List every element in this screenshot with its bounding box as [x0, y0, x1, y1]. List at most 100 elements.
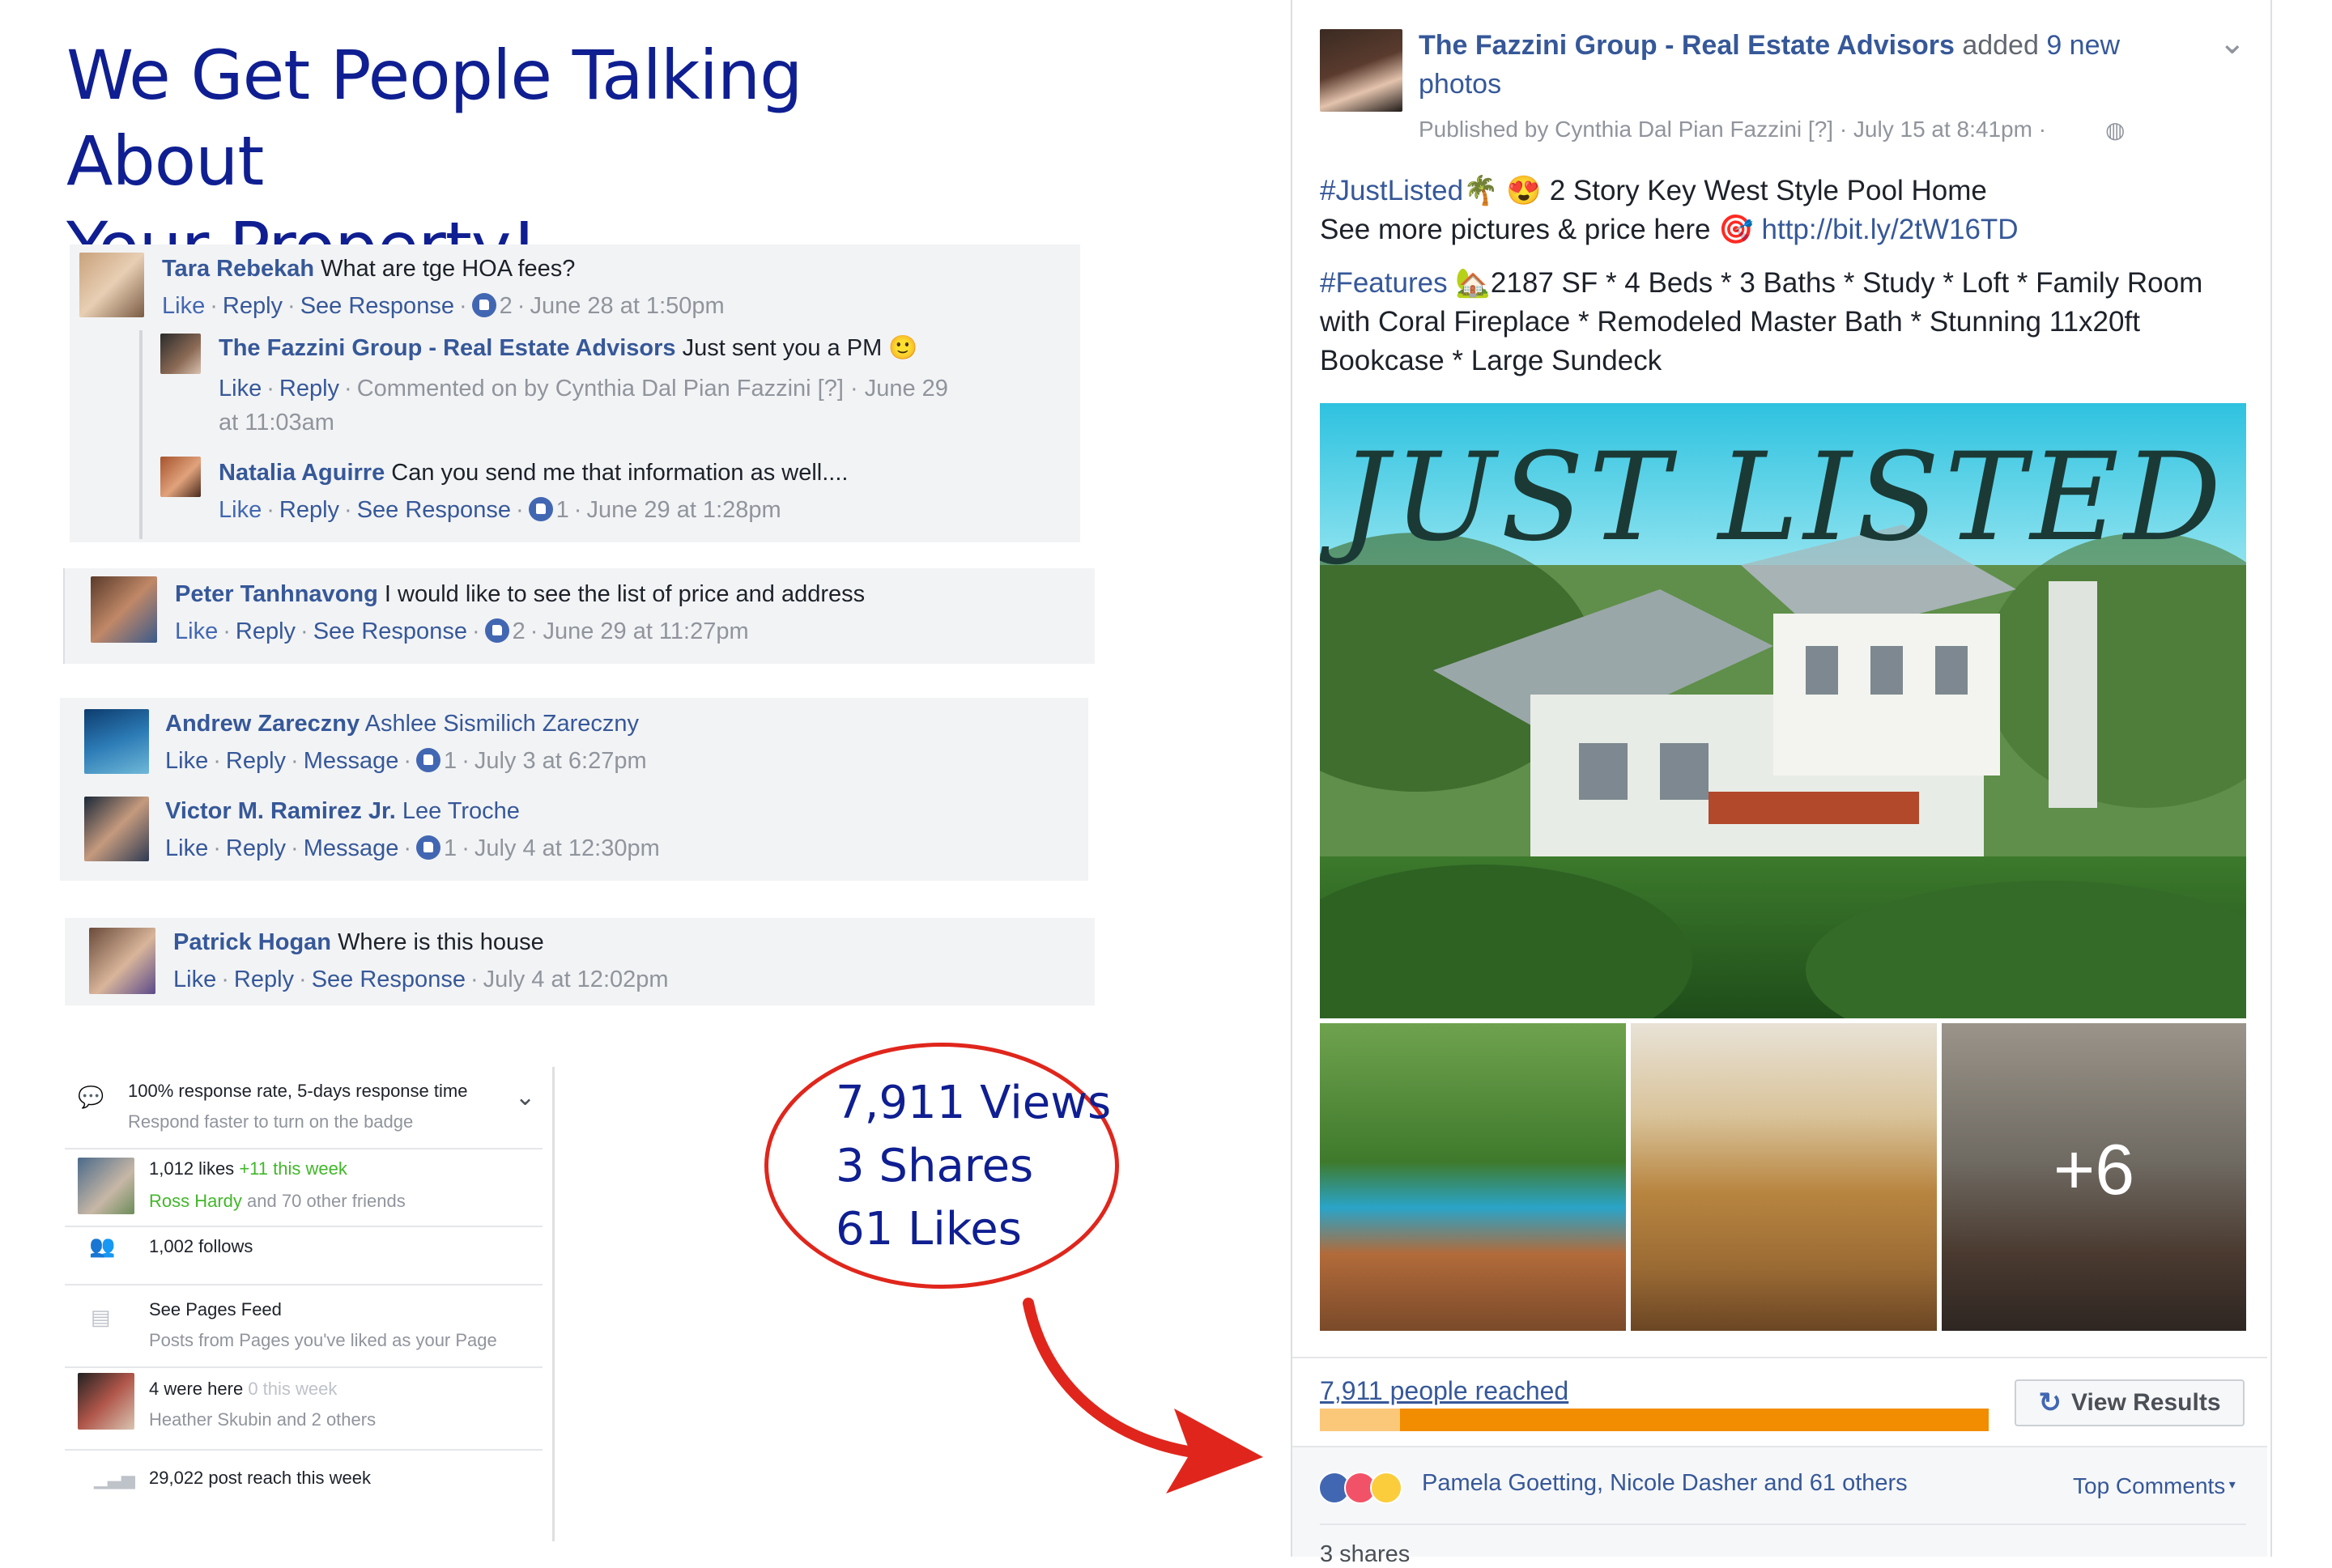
- hashtag-features[interactable]: #Features: [1320, 267, 1448, 299]
- see-more-text: See more pictures & price here: [1320, 214, 1711, 245]
- main-photo[interactable]: JUST LISTED: [1320, 403, 2246, 1018]
- tagged-friend[interactable]: Ashlee Sismilich Zareczny: [365, 711, 639, 737]
- like-link[interactable]: Like: [173, 967, 216, 992]
- comment-time[interactable]: June 29 at 1:28pm: [586, 497, 781, 523]
- comment-author[interactable]: Patrick Hogan: [173, 929, 331, 955]
- page-avatar[interactable]: [1320, 29, 1402, 112]
- checkins-count: 4 were here 0 this week: [149, 1378, 337, 1400]
- message-link[interactable]: Message: [304, 748, 399, 774]
- comment-meta: Like · Reply · Message · 1 · July 4 at 12:30pm: [165, 835, 660, 861]
- people-reached-link[interactable]: 7,911 people reached: [1320, 1376, 1568, 1406]
- like-link[interactable]: Like: [165, 835, 208, 861]
- see-response-link[interactable]: See Response: [312, 967, 466, 992]
- comment-time[interactable]: July 4 at 12:02pm: [483, 967, 669, 992]
- reply-link[interactable]: Reply: [226, 835, 286, 861]
- likes-total: 1,012 likes: [149, 1158, 235, 1179]
- likes-stat: 61 Likes: [836, 1203, 1022, 1256]
- view-results-button[interactable]: ↻ View Results: [2015, 1379, 2245, 1426]
- avatar[interactable]: [89, 928, 155, 994]
- reply-link[interactable]: Reply: [223, 293, 283, 319]
- post-header: The Fazzini Group - Real Estate Advisors…: [1419, 26, 2131, 104]
- avatar[interactable]: [84, 709, 149, 774]
- comment-line: The Fazzini Group - Real Estate Advisors…: [219, 334, 917, 363]
- checkins-total: 4 were here: [149, 1379, 244, 1399]
- comment-author[interactable]: Peter Tanhnavong: [175, 581, 378, 607]
- comment-meta: Like · Reply · Commented on by Cynthia Dal P…: [219, 376, 948, 402]
- top-comments-dropdown[interactable]: Top Comments ▾: [2073, 1473, 2236, 1499]
- follows-count: 1,002 follows: [149, 1236, 253, 1256]
- comment-author[interactable]: Tara Rebekah: [162, 256, 314, 282]
- comment-time[interactable]: June 29 at 11:27pm: [543, 618, 748, 644]
- comment-time[interactable]: at 11:03am: [219, 408, 334, 437]
- reply-link[interactable]: Reply: [226, 748, 286, 774]
- avatar[interactable]: [78, 1158, 134, 1214]
- hashtag-just-listed[interactable]: #JustListed: [1320, 175, 1463, 206]
- friend-name[interactable]: Ross Hardy: [149, 1191, 242, 1211]
- shares-stat: 3 Shares: [836, 1140, 1034, 1192]
- pages-feed-link[interactable]: See Pages Feed: [149, 1298, 282, 1321]
- comment-time[interactable]: July 4 at 12:30pm: [474, 835, 660, 861]
- comment-author[interactable]: Andrew Zareczny: [165, 711, 360, 737]
- message-link[interactable]: Message: [304, 835, 399, 861]
- photo-thumbnail-more[interactable]: +6: [1942, 1023, 2246, 1331]
- comment-author[interactable]: Natalia Aguirre: [219, 460, 385, 486]
- avatar[interactable]: [78, 1373, 134, 1430]
- reply-thread-bar: [139, 330, 143, 539]
- like-link[interactable]: Like: [162, 293, 205, 319]
- divider: [1292, 1357, 2267, 1358]
- reply-link[interactable]: Reply: [234, 967, 294, 992]
- likes-count: 1,012 likes +11 this week: [149, 1158, 347, 1180]
- reply-link[interactable]: Reply: [279, 376, 339, 402]
- shares-count[interactable]: 3 shares: [1320, 1541, 1410, 1568]
- comment-line: Patrick Hogan Where is this house: [173, 928, 544, 957]
- comment-line: Peter Tanhnavong I would like to see the…: [175, 580, 865, 609]
- avatar[interactable]: [160, 334, 201, 374]
- like-link[interactable]: Like: [219, 497, 262, 523]
- chevron-down-icon[interactable]: ⌄: [2219, 24, 2246, 62]
- reply-link[interactable]: Reply: [236, 618, 296, 644]
- likes-delta: +11 this week: [239, 1158, 347, 1179]
- comment-line: Andrew Zareczny Ashlee Sismilich Zareczn…: [165, 709, 639, 738]
- response-hint: Respond faster to turn on the badge: [128, 1111, 414, 1132]
- friend-name[interactable]: Heather Skubin: [149, 1409, 272, 1430]
- avatar[interactable]: [79, 253, 144, 317]
- comment-author[interactable]: The Fazzini Group - Real Estate Advisors: [219, 335, 676, 361]
- like-link[interactable]: Like: [175, 618, 218, 644]
- reactions-names[interactable]: Pamela Goetting, Nicole Dasher and 61 ot…: [1422, 1470, 1908, 1497]
- divider: [65, 1366, 543, 1368]
- more-photos-count: +6: [2053, 1129, 2135, 1209]
- divider: [65, 1284, 543, 1285]
- like-link[interactable]: Like: [219, 376, 262, 402]
- smile-emoji-icon: 🙂: [888, 335, 918, 361]
- comment-text: Where is this house: [338, 929, 544, 955]
- avatar[interactable]: [91, 576, 157, 643]
- comment-author[interactable]: Victor M. Ramirez Jr.: [165, 798, 396, 824]
- post-headline-text: 2 Story Key West Style Pool Home: [1549, 175, 1987, 206]
- like-count: 2: [512, 618, 526, 644]
- published-by: Published by Cynthia Dal Pian Fazzini [?…: [1419, 117, 2047, 142]
- divider: [65, 1148, 543, 1149]
- see-response-link[interactable]: See Response: [300, 293, 454, 319]
- bitly-link[interactable]: http://bit.ly/2tW16TD: [1762, 214, 2019, 245]
- friend-rest: and 70 other friends: [247, 1191, 406, 1211]
- chevron-down-icon[interactable]: ⌄: [515, 1083, 535, 1111]
- comment-time[interactable]: July 3 at 6:27pm: [474, 748, 647, 774]
- see-response-link[interactable]: See Response: [313, 618, 467, 644]
- response-rate: 100% response rate, 5-days response time: [128, 1081, 468, 1101]
- avatar[interactable]: [84, 797, 149, 861]
- photo-thumbnail-pool[interactable]: [1320, 1023, 1626, 1331]
- comment-meta: Like · Reply · See Response · 2 · June 28 at 1:5…: [162, 293, 725, 319]
- see-response-link[interactable]: See Response: [357, 497, 511, 523]
- like-count-icon: [528, 497, 553, 521]
- tagged-friend[interactable]: Lee Troche: [402, 798, 520, 824]
- avatar[interactable]: [160, 457, 201, 497]
- divider: [1320, 1523, 2246, 1525]
- reply-link[interactable]: Reply: [279, 497, 339, 523]
- photo-thumbnail-kitchen[interactable]: [1631, 1023, 1937, 1331]
- comment-time[interactable]: June 28 at 1:50pm: [530, 293, 724, 319]
- page-name-link[interactable]: The Fazzini Group - Real Estate Advisors: [1419, 30, 1955, 61]
- like-link[interactable]: Like: [165, 748, 208, 774]
- like-count: 1: [444, 835, 457, 861]
- like-count-icon: [484, 618, 509, 643]
- view-results-label: View Results: [2070, 1389, 2221, 1416]
